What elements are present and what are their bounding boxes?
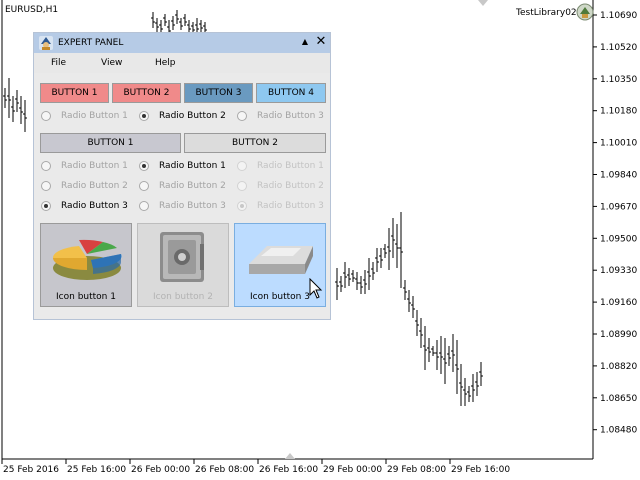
radio-indicator xyxy=(237,181,247,191)
radio-label: Radio Button 1 xyxy=(257,161,324,171)
radio-indicator xyxy=(237,201,247,211)
radio-label: Radio Button 1 xyxy=(159,161,226,171)
radio-indicator xyxy=(139,181,149,191)
toggle-button-1[interactable]: BUTTON 1 xyxy=(40,133,181,153)
price-label: 1.09160 xyxy=(600,298,637,308)
price-label: 1.08480 xyxy=(600,426,637,436)
radio-label: Radio Button 1 xyxy=(61,161,128,171)
price-label: 1.08990 xyxy=(600,330,637,340)
radio-label: Radio Button 2 xyxy=(159,181,226,191)
safe-icon xyxy=(160,232,204,282)
expert-name-label: TestLibrary02 xyxy=(516,8,577,18)
time-label: 26 Feb 08:00 xyxy=(195,465,254,475)
radio-label: Radio Button 2 xyxy=(61,181,128,191)
price-label: 1.09500 xyxy=(600,234,637,244)
time-label: 25 Feb 2016 xyxy=(3,465,59,475)
radio-label: Radio Button 3 xyxy=(257,111,324,121)
expert-hat-icon[interactable] xyxy=(576,3,594,21)
time-label: 29 Feb 00:00 xyxy=(323,465,382,475)
radio-label: Radio Button 3 xyxy=(257,201,324,211)
price-label: 1.10180 xyxy=(600,107,637,117)
price-label: 1.10350 xyxy=(600,75,637,85)
button-4[interactable]: BUTTON 4 xyxy=(256,83,326,103)
icon-button-label: Icon button 2 xyxy=(153,292,213,302)
menu-file[interactable]: File xyxy=(51,58,66,68)
radio-label: Radio Button 3 xyxy=(61,201,128,211)
price-label: 1.09670 xyxy=(600,202,637,212)
radio-indicator xyxy=(41,201,51,211)
radio-indicator xyxy=(237,161,247,171)
price-label: 1.09330 xyxy=(600,266,637,276)
time-label: 29 Feb 16:00 xyxy=(451,465,510,475)
button-3[interactable]: BUTTON 3 xyxy=(184,83,253,103)
radio-label: Radio Button 3 xyxy=(159,201,226,211)
time-label: 25 Feb 16:00 xyxy=(67,465,126,475)
price-label: 1.08820 xyxy=(600,362,637,372)
chart-symbol-label: EURUSD,H1 xyxy=(5,5,59,15)
radio-indicator xyxy=(41,111,51,121)
radio-indicator xyxy=(41,161,51,171)
pie-chart-icon xyxy=(52,239,122,280)
radio-indicator xyxy=(139,161,149,171)
panel-title: EXPERT PANEL xyxy=(58,38,124,48)
menu-bar: File View Help xyxy=(34,53,330,73)
time-label: 29 Feb 08:00 xyxy=(387,465,446,475)
price-label: 1.08650 xyxy=(600,394,637,404)
shift-marker-icon[interactable] xyxy=(478,0,488,6)
panel-titlebar[interactable]: EXPERT PANEL ▲ ✕ xyxy=(34,33,330,53)
price-label: 1.10010 xyxy=(600,139,637,149)
price-label: 1.10690 xyxy=(600,11,637,21)
radio-indicator xyxy=(41,181,51,191)
radio-label: Radio Button 2 xyxy=(257,181,324,191)
price-label: 1.09840 xyxy=(600,171,637,181)
icon-button-label: Icon button 1 xyxy=(56,292,116,302)
time-label: 26 Feb 00:00 xyxy=(131,465,190,475)
icon-button-2[interactable]: Icon button 2 xyxy=(137,223,229,307)
radio-label: Radio Button 1 xyxy=(61,111,128,121)
menu-help[interactable]: Help xyxy=(155,58,176,68)
expert-hat-icon xyxy=(39,36,53,50)
toggle-button-2[interactable]: BUTTON 2 xyxy=(184,133,326,153)
radio-indicator xyxy=(139,201,149,211)
icon-button-1[interactable]: Icon button 1 xyxy=(40,223,132,307)
radio-label: Radio Button 2 xyxy=(159,111,226,121)
scroll-marker-icon[interactable] xyxy=(285,453,295,459)
price-label: 1.10520 xyxy=(600,43,637,53)
close-button[interactable]: ✕ xyxy=(314,35,328,49)
button-2[interactable]: BUTTON 2 xyxy=(112,83,181,103)
minimize-button[interactable]: ▲ xyxy=(299,36,311,48)
expert-panel: EXPERT PANEL ▲ ✕ File View Help BUTTON 1… xyxy=(33,32,331,320)
button-1[interactable]: BUTTON 1 xyxy=(40,83,109,103)
radio-indicator xyxy=(237,111,247,121)
time-label: 26 Feb 16:00 xyxy=(259,465,318,475)
radio-indicator xyxy=(139,111,149,121)
menu-view[interactable]: View xyxy=(101,58,122,68)
mouse-cursor-icon xyxy=(309,278,323,299)
